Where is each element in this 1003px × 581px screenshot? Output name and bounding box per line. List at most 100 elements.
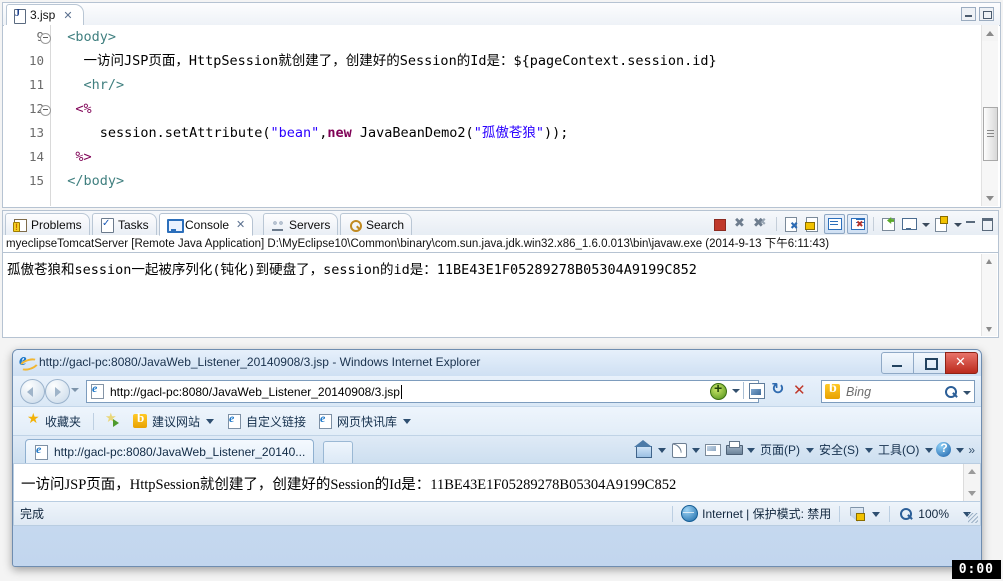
zoom-control[interactable]: 100% xyxy=(890,506,980,522)
accelerator-caret-icon[interactable] xyxy=(729,380,742,401)
chevron-down-icon[interactable] xyxy=(872,508,881,520)
code-line[interactable]: <body> xyxy=(51,25,982,49)
source-code[interactable]: <body> 一访问JSP页面，HttpSession就创建了，创建好的Sess… xyxy=(51,25,982,206)
view-tab-problems[interactable]: Problems xyxy=(5,213,90,235)
remove-all-terminated-icon[interactable] xyxy=(752,215,771,233)
view-tab-servers[interactable]: Servers xyxy=(263,213,339,235)
forward-icon[interactable] xyxy=(45,379,70,404)
display-selected-console-icon[interactable] xyxy=(900,215,919,233)
editor-vertical-scrollbar[interactable] xyxy=(981,25,998,206)
show-console-on-output-icon[interactable] xyxy=(824,214,845,234)
recent-pages-caret-icon[interactable] xyxy=(71,388,79,392)
show-console-on-error-icon[interactable] xyxy=(847,214,868,234)
help-caret-icon[interactable] xyxy=(956,444,965,456)
code-line[interactable]: <% xyxy=(51,97,982,121)
editor-area: 3.jsp ✕ 9 10 11 12 13 14 15 <body> 一访问JSP页面，Ht… xyxy=(2,2,1001,208)
fold-toggle-icon[interactable] xyxy=(40,33,51,44)
view-tab-search[interactable]: Search xyxy=(340,213,413,235)
clear-console-icon[interactable] xyxy=(782,215,801,233)
rss-icon[interactable] xyxy=(668,439,689,460)
favorites-item-custom-links[interactable]: 自定义链接 xyxy=(221,411,312,432)
scroll-up-icon[interactable] xyxy=(982,25,998,41)
help-icon[interactable]: ? xyxy=(935,439,953,460)
security-zone[interactable]: Internet | 保护模式: 禁用 xyxy=(673,505,839,522)
view-tab-tasks[interactable]: Tasks xyxy=(92,213,157,235)
chevron-down-icon[interactable] xyxy=(403,415,412,427)
new-tab-button[interactable] xyxy=(323,441,353,463)
code-line[interactable]: %> xyxy=(51,145,982,169)
privacy-report-button[interactable] xyxy=(840,506,889,522)
servers-icon xyxy=(271,218,285,232)
console-vertical-scrollbar[interactable] xyxy=(981,254,997,336)
favorites-center-button[interactable]: 收藏夹 xyxy=(21,410,87,432)
maximize-icon[interactable] xyxy=(979,7,994,21)
minimize-icon[interactable] xyxy=(961,7,976,21)
refresh-icon[interactable] xyxy=(767,379,789,401)
editor-tab-3jsp[interactable]: 3.jsp ✕ xyxy=(6,4,84,25)
close-icon[interactable] xyxy=(945,352,978,374)
address-bar[interactable]: http://gacl-pc:8080/JavaWeb_Listener_201… xyxy=(86,380,759,403)
favorites-item-web-slice-gallery[interactable]: 网页快讯库 xyxy=(312,411,418,432)
minimize-icon[interactable] xyxy=(881,352,914,374)
search-box[interactable]: Bing xyxy=(821,380,975,403)
console-output-area[interactable]: 孤傲苍狼和session一起被序列化(钝化)到硬盘了，session的id是：1… xyxy=(2,252,999,338)
browser-title-bar[interactable]: http://gacl-pc:8080/JavaWeb_Listener_201… xyxy=(13,350,981,376)
home-icon[interactable] xyxy=(633,439,655,460)
pin-console-icon[interactable] xyxy=(879,215,898,233)
search-input[interactable]: Bing xyxy=(846,385,942,399)
code-editor[interactable]: 9 10 11 12 13 14 15 <body> 一访问JSP页面，HttpSessio… xyxy=(4,25,999,206)
code-line[interactable]: 一访问JSP页面，HttpSession就创建了，创建好的Session的Id是… xyxy=(51,49,982,73)
remove-launch-icon[interactable] xyxy=(731,215,750,233)
close-icon[interactable]: ✕ xyxy=(63,9,72,22)
print-icon[interactable] xyxy=(723,439,744,460)
scrollbar-thumb[interactable] xyxy=(983,107,998,161)
display-selected-console-caret[interactable] xyxy=(921,215,930,233)
open-console-icon[interactable] xyxy=(932,215,951,233)
fold-toggle-icon[interactable] xyxy=(40,105,51,116)
safety-menu-button[interactable]: 安全(S) xyxy=(816,441,862,458)
mail-icon[interactable] xyxy=(702,439,722,460)
stop-icon[interactable] xyxy=(789,380,811,401)
address-input[interactable]: http://gacl-pc:8080/JavaWeb_Listener_201… xyxy=(110,385,400,399)
browser-tab[interactable]: http://gacl-pc:8080/JavaWeb_Listener_201… xyxy=(25,439,315,463)
scroll-up-icon[interactable] xyxy=(964,464,980,479)
scroll-down-icon[interactable] xyxy=(964,486,980,501)
view-maximize-icon[interactable] xyxy=(980,215,994,233)
open-console-caret[interactable] xyxy=(953,215,962,233)
page-vertical-scrollbar[interactable] xyxy=(963,464,980,501)
back-icon[interactable] xyxy=(20,379,45,404)
scroll-up-icon[interactable] xyxy=(982,254,997,268)
favorites-item-suggested-sites[interactable]: 建议网站 xyxy=(127,410,221,432)
tools-menu-caret-icon[interactable] xyxy=(925,444,934,456)
page-menu-caret-icon[interactable] xyxy=(805,444,815,456)
overflow-icon[interactable]: » xyxy=(966,443,977,457)
search-icon[interactable] xyxy=(942,383,960,401)
code-line[interactable]: <hr/> xyxy=(51,73,982,97)
terminate-icon[interactable] xyxy=(710,215,729,233)
close-icon[interactable]: ✕ xyxy=(236,218,245,231)
page-viewport[interactable]: 一访问JSP页面，HttpSession就创建了，创建好的Session的Id是… xyxy=(13,463,981,501)
accelerator-icon[interactable] xyxy=(707,380,729,401)
safety-menu-caret-icon[interactable] xyxy=(864,444,874,456)
screen: 3.jsp ✕ 9 10 11 12 13 14 15 <body> 一访问JSP页面，Ht… xyxy=(0,0,1003,581)
restore-icon[interactable] xyxy=(913,352,946,374)
scroll-down-icon[interactable] xyxy=(982,322,997,336)
chevron-down-icon[interactable] xyxy=(206,415,215,427)
resize-grip[interactable] xyxy=(968,513,978,523)
feeds-caret-icon[interactable] xyxy=(691,444,701,456)
page-menu-button[interactable]: 页面(P) xyxy=(757,441,803,458)
scroll-down-icon[interactable] xyxy=(982,190,998,206)
view-tab-console[interactable]: Console ✕ xyxy=(159,213,254,236)
code-line[interactable]: session.setAttribute("bean",new JavaBean… xyxy=(51,121,982,145)
tools-menu-button[interactable]: 工具(O) xyxy=(875,441,922,458)
view-minimize-icon[interactable] xyxy=(964,215,978,233)
code-line[interactable]: </body> xyxy=(51,169,982,193)
print-caret-icon[interactable] xyxy=(746,444,756,456)
code-token: "孤傲苍狼" xyxy=(473,125,544,141)
compatibility-view-icon[interactable] xyxy=(745,380,767,401)
home-caret-icon[interactable] xyxy=(657,444,667,456)
search-provider-caret-icon[interactable] xyxy=(960,383,974,401)
add-to-favorites-bar-button[interactable] xyxy=(100,410,127,430)
scroll-lock-icon[interactable] xyxy=(803,215,822,233)
